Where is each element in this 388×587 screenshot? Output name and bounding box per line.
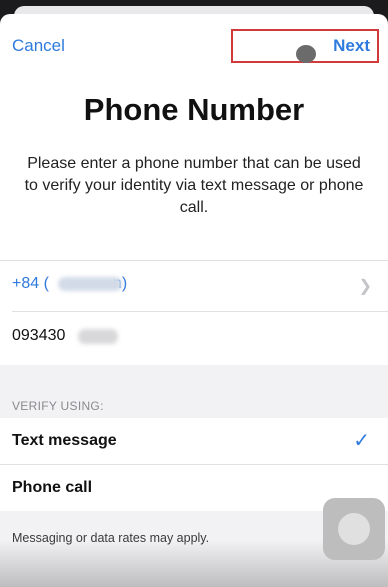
divider bbox=[12, 311, 388, 312]
page-description: Please enter a phone number that can be … bbox=[24, 155, 364, 216]
page-title: Phone Number bbox=[83, 92, 305, 127]
option-label: Text message bbox=[12, 432, 117, 449]
checkmark-icon: ✓ bbox=[353, 430, 370, 452]
phone-number-value: 093430 bbox=[12, 327, 66, 344]
chevron-right-icon: ❯ bbox=[358, 278, 372, 295]
touch-indicator bbox=[296, 45, 316, 63]
cancel-button[interactable]: Cancel bbox=[12, 36, 65, 56]
option-label: Phone call bbox=[12, 479, 93, 496]
country-code-selector[interactable]: +84 (n) ❯ bbox=[0, 261, 388, 307]
assistive-touch-icon bbox=[338, 513, 370, 545]
redacted-phone-digits bbox=[78, 329, 118, 344]
assistive-touch-button[interactable] bbox=[323, 498, 385, 560]
verify-option-text-message[interactable]: Text message ✓ bbox=[0, 418, 388, 464]
phone-number-field[interactable]: 093430 bbox=[0, 313, 388, 359]
verify-using-header: VERIFY USING: bbox=[12, 399, 104, 413]
redacted-country-name bbox=[58, 277, 122, 291]
